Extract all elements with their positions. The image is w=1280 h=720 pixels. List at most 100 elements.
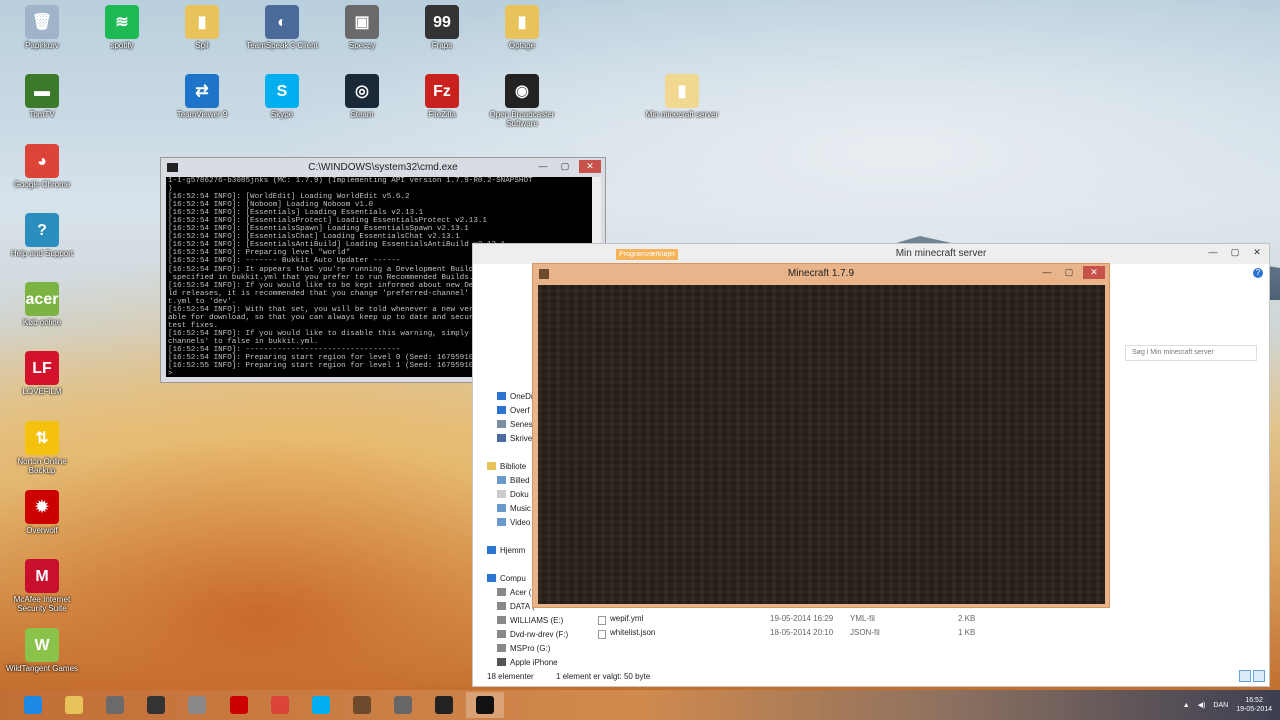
desktop-icon[interactable]: ◉ Open Broadcaster Software <box>484 74 560 128</box>
minecraft-titlebar[interactable]: Minecraft 1.7.9 — ▢ ✕ <box>533 264 1109 284</box>
file-row[interactable]: whitelist.json 18-05-2014 20:10 JSON-fil 1 … <box>598 628 998 642</box>
desktop-icon[interactable]: ▮ Min minecraft server <box>644 74 720 119</box>
skype-icon <box>312 696 330 714</box>
taskbar-button[interactable] <box>96 692 134 718</box>
minimize-button[interactable]: — <box>535 160 551 173</box>
teamspeak-icon: ◐ <box>265 5 299 39</box>
maximize-button[interactable]: ▢ <box>1061 266 1077 279</box>
close-button[interactable]: ✕ <box>1083 266 1105 279</box>
ie-icon <box>24 696 42 714</box>
taskbar-button[interactable] <box>302 692 340 718</box>
explorer-titlebar[interactable]: Programværktøjer Min minecraft server — … <box>473 244 1269 264</box>
desktop-icon-label: TeamSpeak 3 Client <box>246 41 318 50</box>
desktop-icon[interactable]: ? Help and Support <box>4 213 80 258</box>
file-row[interactable]: wepif.yml 19-05-2014 16:29 YML-fil 2 KB <box>598 614 998 628</box>
desktop-icon[interactable]: ◕ Google Chrome <box>4 144 80 189</box>
details-view-button[interactable] <box>1239 670 1251 682</box>
teamviewer-icon: ⇄ <box>185 74 219 108</box>
recycle-bin-icon: 🗑 <box>25 5 59 39</box>
nav-item[interactable]: Dvd-rw-drev (F:) <box>487 628 587 642</box>
file-size: 1 KB <box>958 628 976 637</box>
desktop-icon[interactable]: ⇄ TeamViewer 9 <box>164 74 240 119</box>
cmd-icon <box>476 696 494 714</box>
file-explorer-icon <box>65 696 83 714</box>
desktop-icon[interactable]: ▣ Speccy <box>324 5 400 50</box>
desktop-icon[interactable]: ▮ Spil <box>164 5 240 50</box>
nav-item-icon <box>497 588 506 596</box>
desktop-icon-label: Overwolf <box>26 526 58 535</box>
desktop-icon[interactable]: Fz FileZilla <box>404 74 480 119</box>
explorer-title: Min minecraft server <box>895 248 987 259</box>
cmd-titlebar[interactable]: C:\WINDOWS\system32\cmd.exe — ▢ ✕ <box>161 158 605 177</box>
console-line: [16:52:54 INFO]: [Essentials] Loading Es… <box>168 209 424 218</box>
minimize-button[interactable]: — <box>1205 246 1221 259</box>
desktop-icon[interactable]: ▬ TomTV <box>4 74 80 119</box>
maximize-button[interactable]: ▢ <box>1227 246 1243 259</box>
desktop-icon[interactable]: LF LOVEFiLM <box>4 351 80 396</box>
overwolf-icon: ✹ <box>25 490 59 524</box>
desktop-icon[interactable]: ⇅ Norton Online Backup <box>4 421 80 475</box>
taskbar-button[interactable] <box>261 692 299 718</box>
close-button[interactable]: ✕ <box>579 160 601 173</box>
obs-icon <box>147 696 165 714</box>
cmd-icon <box>167 163 178 172</box>
nav-item-icon <box>497 602 506 610</box>
file-icon <box>598 630 606 639</box>
volume-icon[interactable]: ◀) <box>1198 701 1206 709</box>
minimize-button[interactable]: — <box>1039 266 1055 279</box>
desktop-icon[interactable]: 99 Fraps <box>404 5 480 50</box>
network-icon[interactable]: ▲ <box>1183 702 1190 709</box>
help-icon[interactable]: ? <box>1253 268 1263 278</box>
console-line: [16:52:54 INFO]: [EssentialsChat] Loadin… <box>168 233 460 242</box>
taskbar-button[interactable] <box>55 692 93 718</box>
desktop-icon[interactable]: S Skype <box>244 74 320 119</box>
desktop-icon-label: WildTangent Games <box>5 664 79 673</box>
nav-item-label: MSPro (G:) <box>510 644 551 653</box>
desktop-icon[interactable]: ◐ TeamSpeak 3 Client <box>244 5 320 50</box>
desktop-icon-label: Google Chrome <box>13 180 71 189</box>
taskbar-button[interactable] <box>178 692 216 718</box>
taskbar-button[interactable] <box>220 692 258 718</box>
desktop-icon[interactable]: acer Køb online <box>4 282 80 327</box>
taskbar-button[interactable] <box>384 692 422 718</box>
file-icon <box>598 616 606 625</box>
nav-item-label: Senes <box>510 420 533 429</box>
desktop-icon[interactable]: 🗑 Papirkurv <box>4 5 80 50</box>
close-button[interactable]: ✕ <box>1249 246 1265 259</box>
minecraft-icon <box>353 696 371 714</box>
nav-item[interactable]: Apple iPhone <box>487 656 587 670</box>
taskbar-button[interactable] <box>137 692 175 718</box>
nav-item-label: Video <box>510 518 531 527</box>
minecraft-window[interactable]: Minecraft 1.7.9 — ▢ ✕ <box>532 263 1110 608</box>
desktop-icon-label: McAfee Internet Security Suite <box>13 595 71 613</box>
desktop-icon[interactable]: ▮ Optage <box>484 5 560 50</box>
clock[interactable]: 16:52 19-05-2014 <box>1236 696 1272 714</box>
taskbar-button[interactable] <box>466 692 504 718</box>
taskbar-button[interactable] <box>425 692 463 718</box>
taskbar-button[interactable] <box>343 692 381 718</box>
nav-item-icon <box>487 574 496 582</box>
desktop-icon[interactable]: ≋ spotify <box>84 5 160 50</box>
desktop-icon[interactable]: ◎ Steam <box>324 74 400 119</box>
desktop-icon[interactable]: M McAfee Internet Security Suite <box>4 559 80 613</box>
large-icons-view-button[interactable] <box>1253 670 1265 682</box>
nav-item[interactable]: MSPro (G:) <box>487 642 587 656</box>
folder-icon: ▮ <box>505 5 539 39</box>
acer-icon: acer <box>25 282 59 316</box>
nav-item[interactable]: WILLIAMS (E:) <box>487 614 587 628</box>
steam-icon: ◎ <box>345 74 379 108</box>
maximize-button[interactable]: ▢ <box>557 160 573 173</box>
desktop-icon-label: Spil <box>195 41 209 50</box>
desktop-icon-label: Steam <box>350 110 374 119</box>
taskbar-button[interactable] <box>14 692 52 718</box>
desktop-icon[interactable]: ✹ Overwolf <box>4 490 80 535</box>
nav-item-label: Dvd-rw-drev (F:) <box>510 630 569 639</box>
minecraft-game-canvas[interactable] <box>538 285 1105 604</box>
desktop-icon[interactable]: W WildTangent Games <box>4 628 80 673</box>
console-line: ) <box>168 185 173 194</box>
desktop-icon-label: Help and Support <box>10 249 74 258</box>
search-input[interactable]: Søg i Min minecraft server <box>1125 345 1257 361</box>
console-line: 1-1-g5786276-b3085jnks (MC: 1.7.9) (Impl… <box>168 177 533 185</box>
desktop-icon-label: Min minecraft server <box>645 110 719 119</box>
language-indicator[interactable]: DAN <box>1213 702 1228 709</box>
